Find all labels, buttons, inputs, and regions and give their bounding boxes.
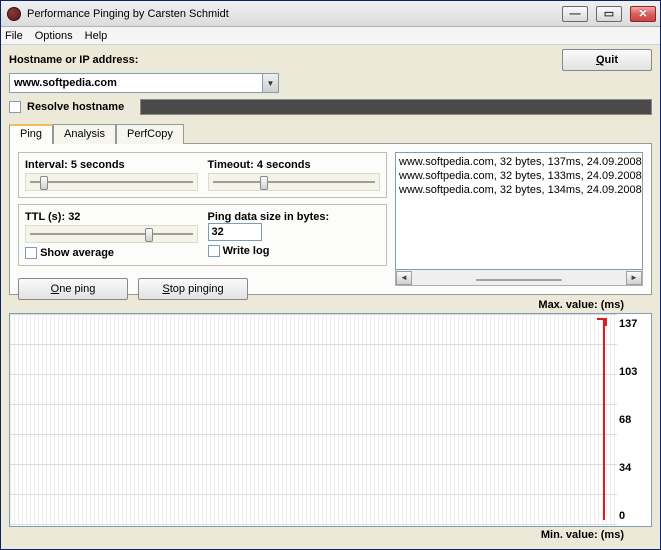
menu-file[interactable]: File [5,30,23,42]
max-value-label: Max. value: (ms) [9,299,652,311]
ytick: 0 [619,510,649,522]
ttl-slider[interactable] [25,225,198,243]
write-log-label: Write log [223,245,270,257]
menubar: File Options Help [1,27,660,45]
ttl-value: 32 [68,211,130,223]
timeout-slider[interactable] [208,173,381,191]
tabs: Ping Analysis PerfCopy [9,123,652,143]
ytick: 137 [619,318,649,330]
interval-slider[interactable] [25,173,198,191]
chart-yaxis: 137 103 68 34 0 [617,314,651,526]
close-button[interactable]: ✕ [630,6,656,22]
show-average-checkbox[interactable] [25,247,37,259]
scroll-thumb[interactable] [476,279,562,281]
hostname-label: Hostname or IP address: [9,54,138,66]
ping-panel: Interval: 5 seconds Timeout: 4 seconds T… [9,143,652,295]
tab-perfcopy[interactable]: PerfCopy [116,124,184,144]
scroll-left-icon[interactable]: ◄ [396,271,412,285]
chart-area: 137 103 68 34 0 [9,313,652,527]
one-ping-button[interactable]: One ping [18,278,128,300]
quit-button[interactable]: Quit [562,49,652,71]
show-average-label: Show average [40,247,114,259]
timeout-label: Timeout: [208,159,254,171]
titlebar: Performance Pinging by Carsten Schmidt —… [1,1,660,27]
ytick: 68 [619,414,649,426]
results-pane: www.softpedia.com, 32 bytes, 137ms, 24.0… [395,152,643,286]
ytick: 34 [619,462,649,474]
datasize-input[interactable] [208,223,262,241]
hostname-dropdown-icon[interactable]: ▼ [262,74,278,92]
app-icon [7,7,21,21]
progress-bar [140,99,652,115]
resolve-checkbox[interactable] [9,101,21,113]
min-value-label: Min. value: (ms) [9,529,652,541]
interval-label: Interval: [25,159,68,171]
menu-options[interactable]: Options [35,30,73,42]
window-title: Performance Pinging by Carsten Schmidt [27,8,554,20]
list-item: www.softpedia.com, 32 bytes, 134ms, 24.0… [399,183,639,197]
minimize-button[interactable]: — [562,6,588,22]
quit-label: Q [596,54,605,66]
scroll-right-icon[interactable]: ► [626,271,642,285]
tab-analysis[interactable]: Analysis [53,124,116,144]
app-window: Performance Pinging by Carsten Schmidt —… [0,0,661,550]
ttl-label: TTL (s): [25,211,65,223]
client-area: Hostname or IP address: Quit ▼ Resolve h… [1,45,660,549]
tab-ping[interactable]: Ping [9,124,53,144]
interval-value: 5 seconds [71,159,133,171]
list-item: www.softpedia.com, 32 bytes, 133ms, 24.0… [399,169,639,183]
resolve-label: Resolve hostname [27,101,124,113]
chart-line [603,320,605,520]
hostname-combo[interactable]: ▼ [9,73,279,93]
maximize-button[interactable]: ▭ [596,6,622,22]
list-item: www.softpedia.com, 32 bytes, 137ms, 24.0… [399,155,639,169]
timeout-value: 4 seconds [257,159,319,171]
chart-wrap: Max. value: (ms) 137 103 68 34 0 Min. va… [9,299,652,541]
write-log-checkbox[interactable] [208,245,220,257]
ping-chart [10,314,617,526]
datasize-label: Ping data size in bytes: [208,211,330,223]
results-hscrollbar[interactable]: ◄ ► [395,270,643,286]
menu-help[interactable]: Help [85,30,108,42]
results-list[interactable]: www.softpedia.com, 32 bytes, 137ms, 24.0… [395,152,643,270]
hostname-input[interactable] [10,74,262,92]
ytick: 103 [619,366,649,378]
stop-pinging-button[interactable]: Stop pinging [138,278,248,300]
